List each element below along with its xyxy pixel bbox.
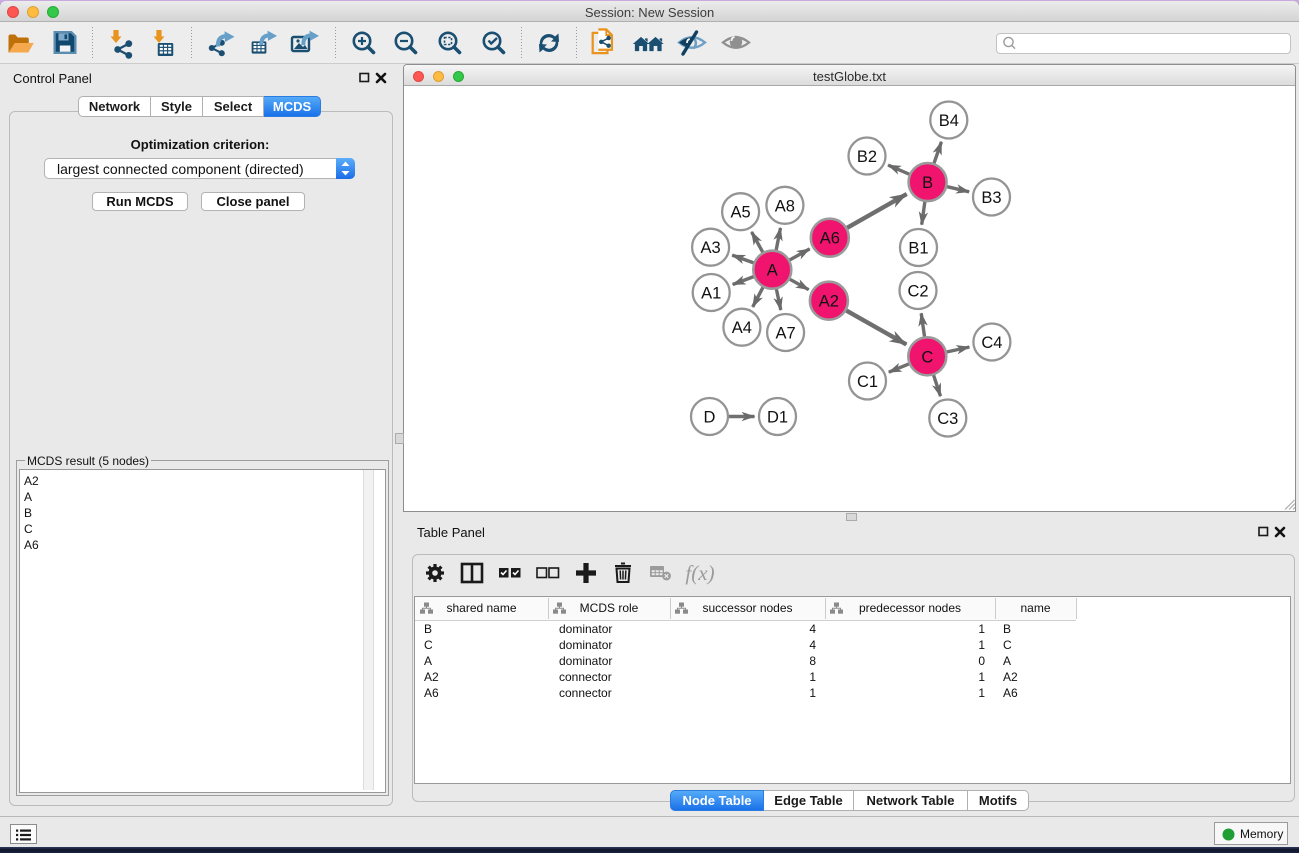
svg-text:B: B [922, 174, 933, 192]
svg-text:A8: A8 [775, 197, 795, 215]
svg-text:A2: A2 [819, 293, 839, 311]
svg-text:C4: C4 [981, 334, 1002, 352]
svg-text:D: D [704, 409, 716, 427]
svg-text:A7: A7 [776, 325, 796, 343]
svg-text:A3: A3 [701, 239, 721, 257]
svg-text:A4: A4 [732, 319, 752, 337]
svg-text:C2: C2 [907, 283, 928, 301]
svg-text:A: A [767, 262, 778, 280]
svg-text:C1: C1 [857, 373, 878, 391]
svg-text:B2: B2 [857, 148, 877, 166]
svg-text:f(x): f(x) [685, 561, 714, 585]
svg-text:B3: B3 [981, 189, 1001, 207]
svg-text:D1: D1 [767, 409, 788, 427]
svg-text:A1: A1 [701, 285, 721, 303]
svg-text:B1: B1 [908, 240, 928, 258]
svg-text:B4: B4 [939, 112, 959, 130]
svg-text:A5: A5 [731, 204, 751, 222]
svg-text:C3: C3 [937, 410, 958, 428]
svg-text:A6: A6 [820, 230, 840, 248]
svg-text:C: C [921, 348, 933, 366]
